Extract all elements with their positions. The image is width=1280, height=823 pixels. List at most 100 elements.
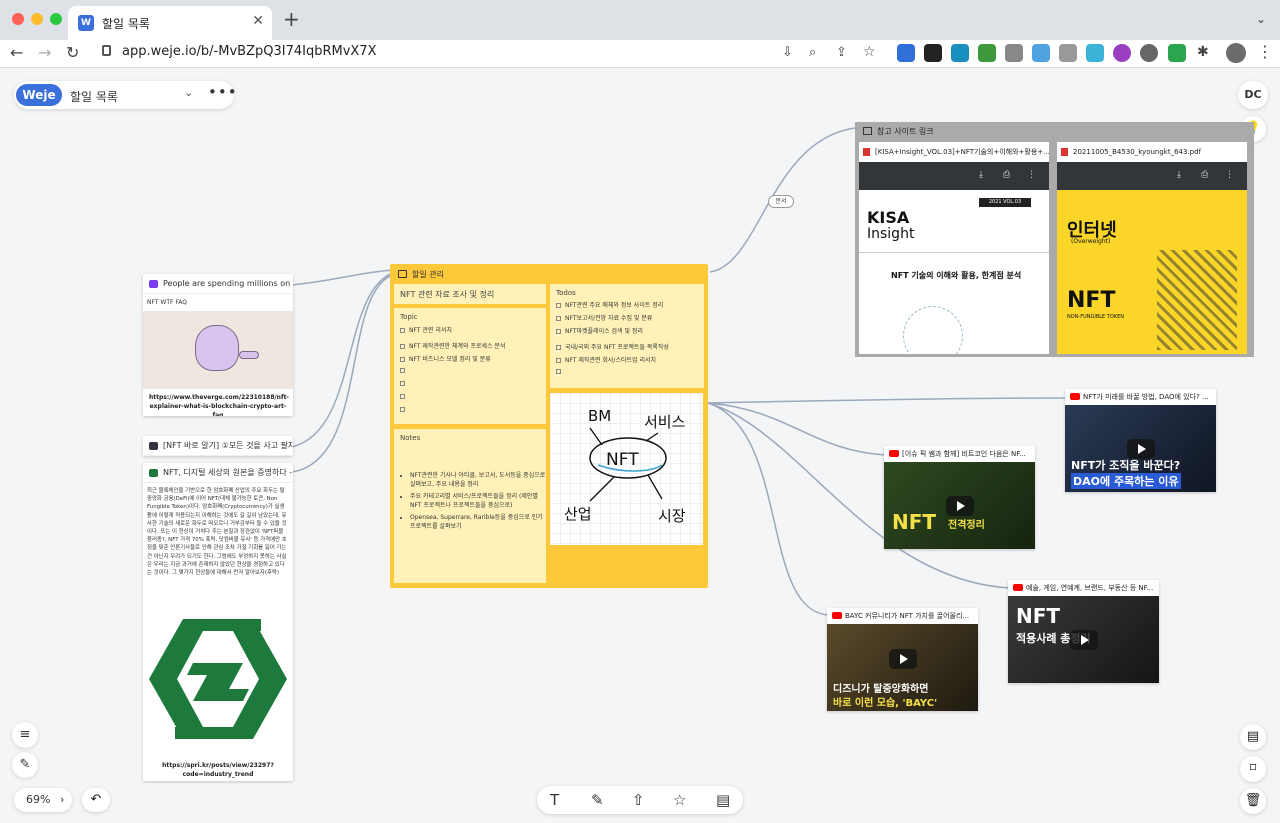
favorite-icon[interactable]: ☆ xyxy=(673,791,686,809)
card-link[interactable]: https://spri.kr/posts/view/23297?code=in… xyxy=(143,757,293,781)
text-tool-icon[interactable]: T xyxy=(550,791,559,809)
notes-panel-icon[interactable]: ▤ xyxy=(1240,724,1266,750)
checkbox[interactable] xyxy=(556,358,561,363)
print-icon[interactable]: ⎙ xyxy=(1201,170,1208,180)
topic-item[interactable] xyxy=(400,380,409,387)
note-icon[interactable]: ▤ xyxy=(716,791,730,809)
video-thumbnail[interactable]: NFT가 조직을 바꾼다? DAO에 주목하는 이유 xyxy=(1065,405,1216,492)
link-card-verge[interactable]: People are spending millions on NF... NF… xyxy=(143,274,293,416)
todo-item[interactable]: 국내/국외 주요 NFT 프로젝트들 목록작성 xyxy=(556,342,669,351)
mindmap-word: 시장 xyxy=(658,507,686,525)
pdf-cover-title: NFT xyxy=(1067,288,1116,313)
thumbnail-text: 바로 이런 모습, 'BAYC' xyxy=(833,698,938,709)
todo-text: 국내/국외 주요 NFT 프로젝트들 목록작성 xyxy=(565,344,669,351)
weje-logo[interactable]: Weje xyxy=(16,84,62,106)
todo-item[interactable]: NFT보고서/전망 자료 수집 및 분류 xyxy=(556,313,652,322)
card-header: NFT, 디지털 세상의 원본을 증명하다 - S... xyxy=(143,463,293,483)
chevron-down-icon[interactable]: ⌄ xyxy=(184,86,193,99)
topic-item[interactable] xyxy=(400,393,409,400)
checkbox[interactable] xyxy=(400,328,405,333)
link-card-spri[interactable]: NFT, 디지털 세상의 원본을 증명하다 - S... 최근 블록체인을 기반… xyxy=(143,463,293,781)
topic-text: NFT 비즈니스 모델 정리 및 분류 xyxy=(409,356,491,363)
pencil-icon[interactable]: ✎ xyxy=(12,752,38,778)
link-card-nft-basics[interactable]: [NFT 바로 알기] ①모든 것을 사고 팔자... xyxy=(143,436,293,456)
checkbox[interactable] xyxy=(556,316,561,321)
topic-text: NFT 제작관련한 체계와 프로세스 분석 xyxy=(409,343,506,350)
board-name[interactable]: 할일 목록 xyxy=(70,88,118,105)
bookmark-icon[interactable]: ⌑ xyxy=(1240,756,1266,782)
video-card[interactable]: 예술, 게임, 연예계, 브랜드, 부동산 등 NF... NFT 적용사례 총… xyxy=(1008,580,1159,683)
topic-pane[interactable]: Topic NFT 관련 리서치 NFT 제작관련한 체계와 프로세스 분석 N… xyxy=(394,308,546,424)
checkbox[interactable] xyxy=(400,357,405,362)
pdf-viewer-kisa[interactable]: [KISA+Insight_VOL.03]+NFT기술의+이해와+활용+... … xyxy=(859,142,1049,354)
board-title: 할일 관리 xyxy=(412,270,444,279)
video-card[interactable]: [이슈 픽 쌤과 함께] 비트코인 다음은 NF... NFT 전격정리 xyxy=(884,446,1035,549)
todos-pane[interactable]: Todos NFT관련 주요 매체와 정보 사이트 정리 NFT보고서/전망 자… xyxy=(550,284,704,388)
download-icon[interactable]: ⤓ xyxy=(1177,170,1181,180)
card-subtitle: NFT WTF FAQ xyxy=(147,299,187,306)
connector-line xyxy=(707,402,886,456)
user-avatar[interactable]: DC xyxy=(1238,81,1268,109)
more-icon[interactable]: ⋮ xyxy=(1027,170,1036,180)
topic-item[interactable]: NFT 제작관련한 체계와 프로세스 분석 xyxy=(400,341,505,350)
checkbox[interactable] xyxy=(556,345,561,350)
todo-item[interactable]: NFT 제작관련 회사/스타트업 리서치 xyxy=(556,355,656,364)
more-icon[interactable]: ⋮ xyxy=(1225,170,1234,180)
video-thumbnail[interactable]: NFT 적용사례 총정리 xyxy=(1008,596,1159,683)
video-title: NFT가 미래를 바꿀 방법, DAO에 있다? ... xyxy=(1083,393,1209,401)
notes-label: Notes xyxy=(400,434,421,442)
checkbox[interactable] xyxy=(556,369,561,374)
pdf-icon xyxy=(863,148,870,156)
video-card[interactable]: BAYC 커뮤니티가 NFT 가치를 끌어올리... 디즈니가 탈중앙화하면 바… xyxy=(827,608,978,711)
play-button[interactable] xyxy=(945,495,974,516)
pen-tool-icon[interactable]: ✎ xyxy=(591,791,604,809)
cryptokitty-image xyxy=(143,311,293,389)
mindmap-word: BM xyxy=(588,407,611,425)
list-icon[interactable]: ≡ xyxy=(12,722,38,748)
checkbox[interactable] xyxy=(556,329,561,334)
play-button[interactable] xyxy=(1069,629,1098,650)
todo-item[interactable]: NFT마켓플레이스 검색 및 정리 xyxy=(556,326,643,335)
todo-item[interactable] xyxy=(556,368,565,375)
note-item: NFT관련한 기사나 아티클, 보고서, 도서등을 중심으로 살펴보고, 주요 … xyxy=(410,471,548,489)
topic-label: Topic xyxy=(400,313,418,321)
checkbox[interactable] xyxy=(400,381,405,386)
trash-icon[interactable]: 🗑 xyxy=(1240,788,1266,814)
heading-pane[interactable]: NFT 관련 자료 조사 및 정리 xyxy=(394,284,546,304)
chevron-right-icon[interactable]: › xyxy=(60,788,64,812)
todo-item[interactable]: NFT관련 주요 매체와 정보 사이트 정리 xyxy=(556,300,663,309)
reference-frame[interactable]: 참고 사이트 링크 [KISA+Insight_VOL.03]+NFT기술의+이… xyxy=(855,122,1254,357)
checkbox[interactable] xyxy=(556,303,561,308)
topic-item[interactable] xyxy=(400,406,409,413)
download-icon[interactable]: ⤓ xyxy=(979,170,983,180)
mindmap-drawing[interactable]: BM 서비스 NFT 산업 시장 xyxy=(550,393,703,545)
pdf-viewer-kt[interactable]: 20211005_B4530_kyoungkt_643.pdf ⤓ ⎙ ⋮ 인터… xyxy=(1057,142,1247,354)
checkbox[interactable] xyxy=(400,394,405,399)
video-thumbnail[interactable]: NFT 전격정리 xyxy=(884,462,1035,549)
pdf-volume: 2021 VOL.03 xyxy=(979,198,1031,207)
connector-line xyxy=(291,273,396,473)
notes-pane[interactable]: Notes NFT관련한 기사나 아티클, 보고서, 도서등을 중심으로 살펴보… xyxy=(394,429,546,583)
print-icon[interactable]: ⎙ xyxy=(1003,170,1010,180)
connector-label[interactable]: 문서 xyxy=(768,195,794,208)
topic-item[interactable]: NFT 비즈니스 모델 정리 및 분류 xyxy=(400,354,491,363)
play-button[interactable] xyxy=(1126,438,1155,459)
checkbox[interactable] xyxy=(400,407,405,412)
video-thumbnail[interactable]: 디즈니가 탈중앙화하면 바로 이런 모습, 'BAYC' xyxy=(827,624,978,711)
play-button[interactable] xyxy=(888,648,917,669)
checkbox[interactable] xyxy=(400,344,405,349)
card-link[interactable]: https://www.theverge.com/22310188/nft-ex… xyxy=(143,389,293,416)
zoom-level[interactable]: 69% › xyxy=(14,788,72,812)
checkbox[interactable] xyxy=(400,368,405,373)
topic-item[interactable]: NFT 관련 리서치 xyxy=(400,325,452,334)
frame-title: 참고 사이트 링크 xyxy=(877,127,934,136)
todo-text: NFT보고서/전망 자료 수집 및 분류 xyxy=(565,315,653,322)
upload-icon[interactable]: ⇧ xyxy=(632,791,645,809)
site-favicon-icon xyxy=(149,442,158,450)
undo-icon[interactable]: ↶ xyxy=(82,788,110,812)
video-card[interactable]: NFT가 미래를 바꿀 방법, DAO에 있다? ... NFT가 조직을 바꾼… xyxy=(1065,389,1216,492)
video-header: [이슈 픽 쌤과 함께] 비트코인 다음은 NF... xyxy=(884,446,1035,462)
topic-item[interactable] xyxy=(400,367,409,374)
card-title: [NFT 바로 알기] ①모든 것을 사고 팔자... xyxy=(163,441,293,450)
more-icon[interactable]: ••• xyxy=(208,83,238,101)
